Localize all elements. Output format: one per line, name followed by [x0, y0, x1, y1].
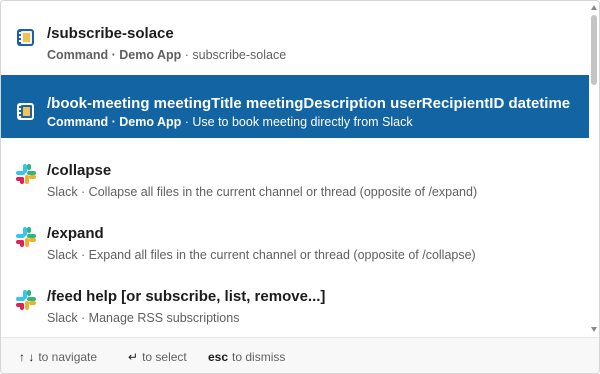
command-description: · Collapse all files in the current chan… [77, 185, 478, 199]
command-subtitle: Command · Demo App · subscribe-solace [47, 48, 286, 62]
command-item-collapse[interactable]: /collapse Slack · Collapse all files in … [1, 138, 589, 201]
notebook-icon [15, 100, 37, 122]
command-source: Slack [47, 185, 78, 199]
navigate-hint: ↑ ↓ to navigate [19, 350, 97, 364]
dismiss-hint-label: to dismiss [232, 350, 286, 364]
scroll-up-arrow-icon[interactable] [591, 5, 597, 10]
command-description: · Expand all files in the current channe… [77, 248, 476, 262]
command-description: · subscribe-solace [181, 48, 287, 62]
command-item-expand[interactable]: /expand Slack · Expand all files in the … [1, 201, 589, 264]
command-item-feed-help[interactable]: /feed help [or subscribe, list, remove..… [1, 264, 589, 327]
enter-key-icon: ↵ [128, 350, 139, 364]
command-subtitle: Slack · Collapse all files in the curren… [47, 185, 477, 199]
command-title: /subscribe-solace [47, 25, 174, 42]
command-item-book-meeting[interactable]: /book-meeting meetingTitle meetingDescri… [1, 75, 589, 138]
command-title: /collapse [47, 162, 112, 179]
esc-key-label: esc [208, 350, 229, 364]
navigate-hint-label: to navigate [38, 350, 98, 364]
scrollbar[interactable] [589, 1, 599, 338]
notebook-icon [15, 26, 37, 48]
command-description: · Use to book meeting directly from Slac… [181, 115, 413, 129]
command-subtitle: Slack · Manage RSS subscriptions [47, 311, 239, 325]
command-source: Command · Demo App [47, 48, 182, 62]
keyboard-hints-footer: ↑ ↓ to navigate ↵ to select esc to dismiss [1, 337, 599, 373]
arrow-keys-icon: ↑ ↓ [19, 350, 35, 364]
command-source: Command · Demo App [47, 115, 182, 129]
select-hint: ↵ to select [128, 350, 187, 364]
command-title: /expand [47, 225, 104, 242]
command-subtitle: Command · Demo App · Use to book meeting… [47, 115, 413, 129]
command-autocomplete-popup: /subscribe-solace Command · Demo App · s… [0, 0, 600, 374]
command-list: /subscribe-solace Command · Demo App · s… [1, 1, 589, 338]
select-hint-label: to select [142, 350, 187, 364]
slack-icon [15, 289, 37, 311]
slack-icon [15, 163, 37, 185]
command-subtitle: Slack · Expand all files in the current … [47, 248, 476, 262]
command-title: /book-meeting meetingTitle meetingDescri… [47, 95, 571, 112]
dismiss-hint: esc to dismiss [208, 350, 285, 364]
command-source: Slack [47, 311, 78, 325]
slack-icon [15, 226, 37, 248]
scroll-thumb[interactable] [591, 15, 597, 85]
scroll-down-arrow-icon[interactable] [591, 327, 597, 332]
command-item-subscribe-solace[interactable]: /subscribe-solace Command · Demo App · s… [1, 1, 589, 64]
command-source: Slack [47, 248, 78, 262]
command-description: · Manage RSS subscriptions [77, 311, 240, 325]
command-title: /feed help [or subscribe, list, remove..… [47, 288, 326, 305]
